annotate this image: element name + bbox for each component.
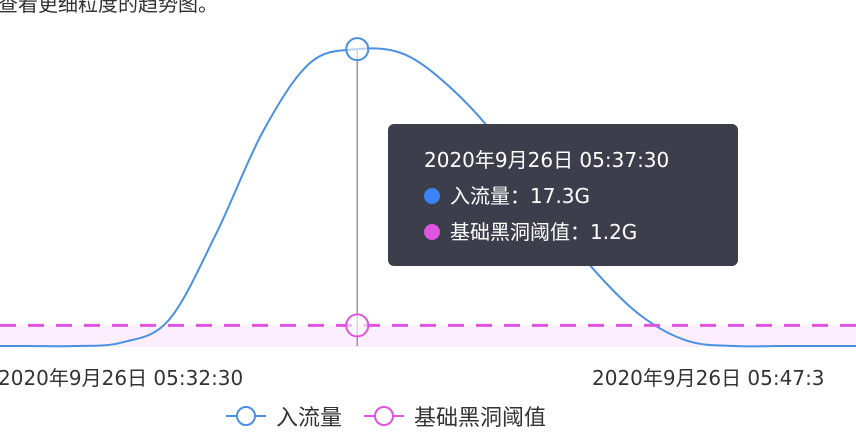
x-tick-start: 2020年9月26日 05:32:30 — [0, 366, 244, 390]
legend-threshold-label: 基础黑洞阈值 — [414, 406, 547, 431]
legend-item-inflow[interactable]: 入流量 — [226, 400, 342, 432]
inflow-dot-icon — [424, 188, 440, 204]
threshold-dot-icon — [424, 224, 440, 240]
tooltip-threshold-label: 基础黑洞阈值：1.2G — [450, 220, 638, 244]
legend-inflow-label: 入流量 — [276, 406, 343, 431]
legend-inflow-line-circle-icon — [226, 406, 266, 426]
chart-legend: 入流量 基础黑洞阈值 — [226, 400, 568, 432]
threshold-hover-point — [345, 313, 370, 338]
threshold-area-fill — [0, 325, 856, 346]
tooltip-row-inflow: 入流量：17.3G — [424, 182, 738, 210]
inflow-hover-point — [345, 37, 370, 62]
tooltip-inflow-label: 入流量：17.3G — [450, 184, 591, 208]
x-tick-end: 2020年9月26日 05:47:3 — [592, 366, 825, 390]
legend-threshold-line-circle-icon — [364, 406, 405, 426]
legend-item-threshold[interactable]: 基础黑洞阈值 — [364, 400, 546, 432]
tooltip-time: 2020年9月26日 05:37:30 — [424, 148, 670, 172]
chart-tooltip: 2020年9月26日 05:37:30 入流量：17.3G 基础黑洞阈值：1.2… — [388, 124, 738, 266]
tooltip-row-threshold: 基础黑洞阈值：1.2G — [424, 218, 738, 246]
